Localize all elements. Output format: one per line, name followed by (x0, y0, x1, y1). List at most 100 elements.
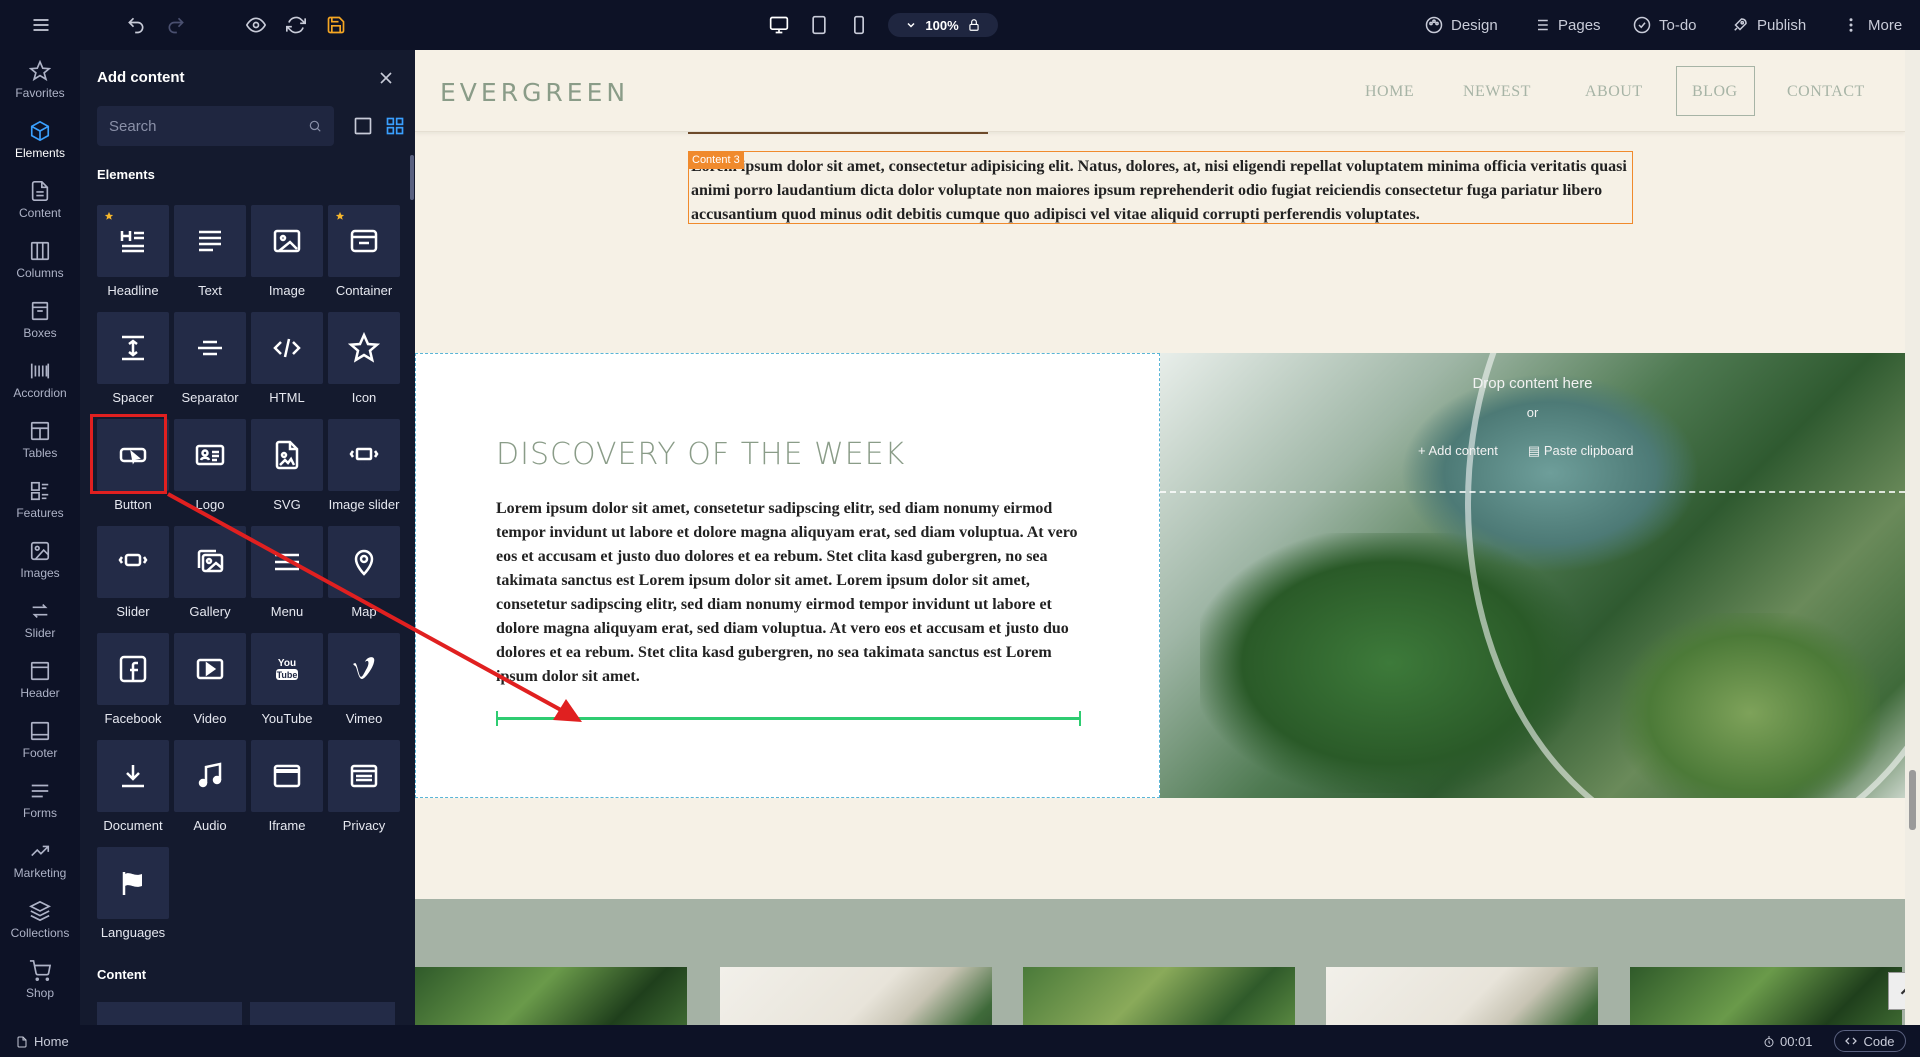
current-page[interactable]: Home (16, 1034, 69, 1049)
nav-item-elements[interactable]: Elements (0, 110, 80, 170)
tile-privacy[interactable] (328, 740, 400, 812)
todo-button[interactable]: To-do (1633, 0, 1697, 50)
tile-languages[interactable] (97, 847, 169, 919)
site-logo[interactable]: EVERGREEN (440, 78, 629, 107)
refresh-icon[interactable] (282, 11, 310, 39)
nav-item-tables[interactable]: Tables (0, 410, 80, 470)
redo-icon[interactable] (162, 11, 190, 39)
tile-container[interactable] (328, 205, 400, 277)
nav-item-images[interactable]: Images (0, 530, 80, 590)
tile-label: Headline (107, 283, 159, 298)
tile-icon[interactable] (328, 312, 400, 384)
code-button[interactable]: Code (1834, 1030, 1906, 1052)
paste-clipboard-link[interactable]: ▤ Paste clipboard (1528, 443, 1634, 459)
tablet-view-icon[interactable] (805, 11, 833, 39)
tile-logo[interactable] (174, 419, 246, 491)
gallery-image[interactable] (415, 967, 687, 1025)
tile-vimeo[interactable] (328, 633, 400, 705)
gallery-image[interactable] (1326, 967, 1598, 1025)
tile-youtube[interactable]: You Tube (251, 633, 323, 705)
nav-item-collections[interactable]: Collections (0, 890, 80, 950)
content-tile-partial[interactable] (97, 1002, 242, 1025)
site-nav-about[interactable]: ABOUT (1585, 83, 1643, 101)
menu-icon (275, 553, 299, 571)
tile-headline[interactable] (97, 205, 169, 277)
canvas-scrollbar[interactable] (1905, 50, 1920, 1025)
slider-icon (32, 603, 48, 619)
nav-label: Boxes (23, 326, 57, 340)
tile-spacer[interactable] (97, 312, 169, 384)
paste-clipboard-label: Paste clipboard (1543, 443, 1634, 458)
mobile-view-icon[interactable] (845, 11, 873, 39)
discovery-text[interactable]: Lorem ipsum dolor sit amet, consetetur s… (496, 497, 1081, 689)
tile-text[interactable] (174, 205, 246, 277)
preview-eye-icon[interactable] (242, 11, 270, 39)
pages-button[interactable]: Pages (1532, 0, 1601, 50)
add-content-link[interactable]: + Add content (1418, 443, 1498, 459)
search-icon[interactable] (308, 117, 322, 135)
tile-map[interactable] (328, 526, 400, 598)
nav-item-content[interactable]: Content (0, 170, 80, 230)
tile-image-slider[interactable] (328, 419, 400, 491)
nav-item-accordion[interactable]: Accordion (0, 350, 80, 410)
save-icon[interactable] (322, 11, 350, 39)
site-nav-blog[interactable]: BLOG (1692, 83, 1738, 101)
site-nav-contact[interactable]: CONTACT (1787, 83, 1865, 101)
tile-gallery[interactable] (174, 526, 246, 598)
desktop-view-icon[interactable] (765, 11, 793, 39)
nav-item-marketing[interactable]: Marketing (0, 830, 80, 890)
tile-video[interactable] (174, 633, 246, 705)
nav-item-columns[interactable]: Columns (0, 230, 80, 290)
site-nav-newest[interactable]: NEWEST (1463, 83, 1531, 101)
site-nav-home[interactable]: HOME (1365, 83, 1414, 101)
tile-audio[interactable] (174, 740, 246, 812)
hamburger-menu-icon[interactable] (27, 11, 55, 39)
content-3-text[interactable]: Lorem ipsum dolor sit amet, consectetur … (688, 151, 1633, 224)
zoom-level: 100% (925, 17, 959, 33)
nav-item-favorites[interactable]: Favorites (0, 50, 80, 110)
zoom-control[interactable]: 100% (888, 13, 998, 37)
discovery-title[interactable]: DISCOVERY OF THE WEEK (496, 437, 905, 472)
grid-view-icon[interactable] (385, 116, 405, 136)
nav-item-features[interactable]: Features (0, 470, 80, 530)
panel-scrollbar[interactable] (410, 155, 414, 200)
content-tile-partial[interactable] (250, 1002, 395, 1025)
undo-icon[interactable] (122, 11, 150, 39)
tile-svg[interactable] (251, 419, 323, 491)
publish-button[interactable]: Publish (1731, 0, 1806, 50)
tile-document[interactable] (97, 740, 169, 812)
tile-facebook[interactable] (97, 633, 169, 705)
tile-html[interactable] (251, 312, 323, 384)
succulent-photo[interactable]: Drop content here or + Add content ▤ Pas… (1160, 353, 1905, 798)
nav-item-footer[interactable]: Footer (0, 710, 80, 770)
bottom-status-bar: Home 00:01 Code (0, 1025, 1920, 1057)
scroll-to-top-button[interactable] (1888, 972, 1905, 1010)
tile-slider[interactable] (97, 526, 169, 598)
close-icon[interactable] (376, 68, 396, 88)
nav-item-boxes[interactable]: Boxes (0, 290, 80, 350)
nav-item-slider[interactable]: Slider (0, 590, 80, 650)
gallery-image[interactable] (720, 967, 992, 1025)
tile-label: Document (103, 818, 163, 833)
discovery-section[interactable]: DISCOVERY OF THE WEEK Lorem ipsum dolor … (415, 353, 1160, 798)
gallery-image[interactable] (1023, 967, 1295, 1025)
gallery-image[interactable] (1630, 967, 1902, 1025)
drop-content-here: Drop content here (1472, 375, 1593, 392)
list-view-icon[interactable] (353, 116, 373, 136)
separator-icon (198, 340, 222, 356)
tile-separator[interactable] (174, 312, 246, 384)
drop-zone[interactable] (1160, 353, 1905, 493)
nav-item-header[interactable]: Header (0, 650, 80, 710)
tile-menu[interactable] (251, 526, 323, 598)
canvas-scroll-thumb[interactable] (1909, 770, 1916, 830)
search-input[interactable] (109, 117, 308, 135)
tile-iframe[interactable] (251, 740, 323, 812)
nav-label: Marketing (13, 866, 67, 880)
timer-value: 00:01 (1780, 1034, 1813, 1049)
more-button[interactable]: More (1842, 0, 1902, 50)
tile-image[interactable] (251, 205, 323, 277)
lock-icon[interactable] (967, 18, 981, 32)
nav-item-shop[interactable]: Shop (0, 950, 80, 1010)
design-button[interactable]: Design (1425, 0, 1498, 50)
nav-item-forms[interactable]: Forms (0, 770, 80, 830)
